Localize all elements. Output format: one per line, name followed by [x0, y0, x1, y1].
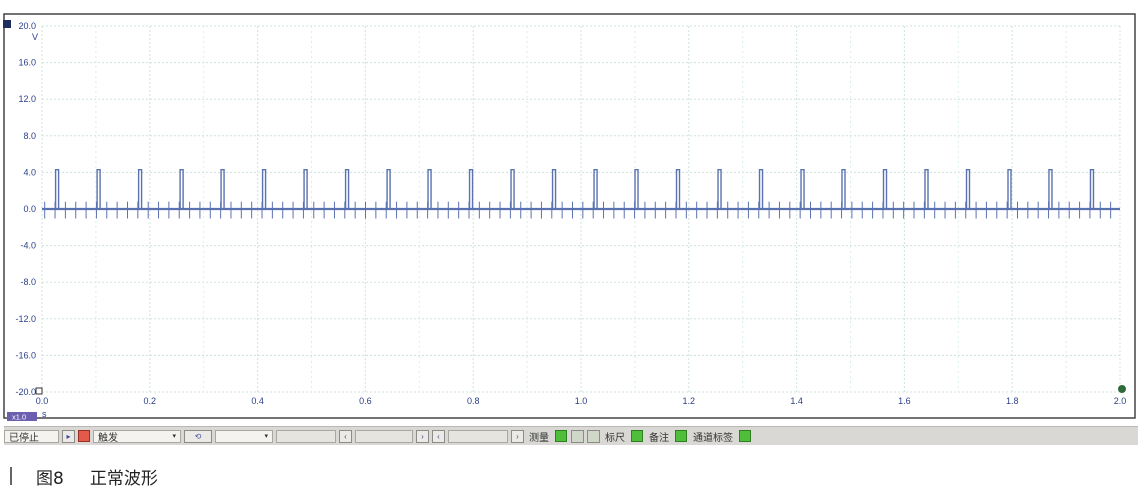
- x-tick-label: 1.2: [683, 396, 696, 406]
- prev-left-button[interactable]: ‹: [339, 429, 352, 443]
- trigger-source-select[interactable]: ▾: [215, 429, 273, 443]
- y-tick-label: -16.0: [15, 350, 36, 360]
- zoom-badge[interactable]: x1.0: [12, 413, 26, 422]
- y-tick-label: -8.0: [20, 277, 36, 287]
- x-tick-label: 1.4: [790, 396, 803, 406]
- channel-tags-label: 通道标签: [693, 432, 733, 444]
- next-right-button-2[interactable]: ›: [511, 429, 524, 443]
- measure-add-icon[interactable]: [555, 430, 567, 442]
- chevron-down-icon: ▾: [172, 433, 176, 440]
- measure-label: 测量: [529, 432, 549, 444]
- caption-bar: [10, 467, 12, 485]
- oscilloscope-chart: 20.0 16.0 12.0 8.0 4.0 0.0 -4.0 -8.0 -12.0 -16.0 -…: [3, 13, 1136, 422]
- x-tick-label: 0.4: [251, 396, 264, 406]
- delay-field[interactable]: [448, 429, 508, 443]
- prev-left-button-2[interactable]: ‹: [432, 429, 445, 443]
- x-tick-label: 1.8: [1006, 396, 1019, 406]
- status-label: 已停止: [9, 432, 39, 444]
- y-unit-label: V: [32, 32, 38, 42]
- bottom-toolbar: 已停止 ▸ 触发 ▾ ⟲ ▾ ‹ › ‹ › 测量 标尺 备注 通道标签: [4, 426, 1138, 445]
- play-button[interactable]: ▸: [62, 429, 75, 443]
- x-tick-label: 0.6: [359, 396, 372, 406]
- x-unit-label: s: [42, 409, 47, 419]
- x-tick-label: 2.0: [1114, 396, 1127, 406]
- y-tick-label: -20.0: [15, 387, 36, 397]
- notes-label: 备注: [649, 432, 669, 444]
- stop-button[interactable]: [78, 430, 90, 442]
- channel-a-marker[interactable]: [3, 20, 11, 28]
- y-tick-label: 20.0: [18, 21, 36, 31]
- status-field: 已停止: [4, 429, 59, 444]
- y-tick-label: 12.0: [18, 94, 36, 104]
- y-tick-label: 8.0: [23, 131, 36, 141]
- y-tick-label: 16.0: [18, 58, 36, 68]
- pretrigger-field[interactable]: [355, 429, 413, 443]
- y-tick-label: -4.0: [20, 241, 36, 251]
- figure-number: 图8: [36, 468, 64, 489]
- trigger-marker-icon[interactable]: [1118, 385, 1126, 393]
- channel-tags-add-icon[interactable]: [739, 430, 751, 442]
- figure-caption: 图8 正常波形: [10, 464, 158, 489]
- trigger-select[interactable]: 触发 ▾: [93, 429, 181, 444]
- y-tick-label: -12.0: [15, 314, 36, 324]
- measure-delete-icon[interactable]: [587, 429, 600, 443]
- figure-title: 正常波形: [89, 468, 158, 489]
- zero-origin-marker: [35, 387, 43, 395]
- y-tick-label: 4.0: [23, 167, 36, 177]
- notes-add-icon[interactable]: [675, 430, 687, 442]
- x-tick-label: 1.6: [898, 396, 911, 406]
- x-tick-label: 0.8: [467, 396, 480, 406]
- x-tick-label: 0.0: [36, 396, 49, 406]
- x-tick-label: 1.0: [575, 396, 588, 406]
- trigger-level-field[interactable]: [276, 429, 336, 443]
- trigger-label: 触发: [98, 432, 118, 444]
- x-tick-label: 0.2: [144, 396, 157, 406]
- y-tick-label: 0.0: [23, 204, 36, 214]
- next-right-button[interactable]: ›: [416, 429, 429, 443]
- measure-edit-icon[interactable]: [571, 429, 584, 443]
- ruler-label: 标尺: [605, 432, 625, 444]
- ruler-add-icon[interactable]: [631, 430, 643, 442]
- auto-trigger-icon[interactable]: ⟲: [184, 429, 212, 443]
- chevron-down-icon: ▾: [264, 433, 268, 440]
